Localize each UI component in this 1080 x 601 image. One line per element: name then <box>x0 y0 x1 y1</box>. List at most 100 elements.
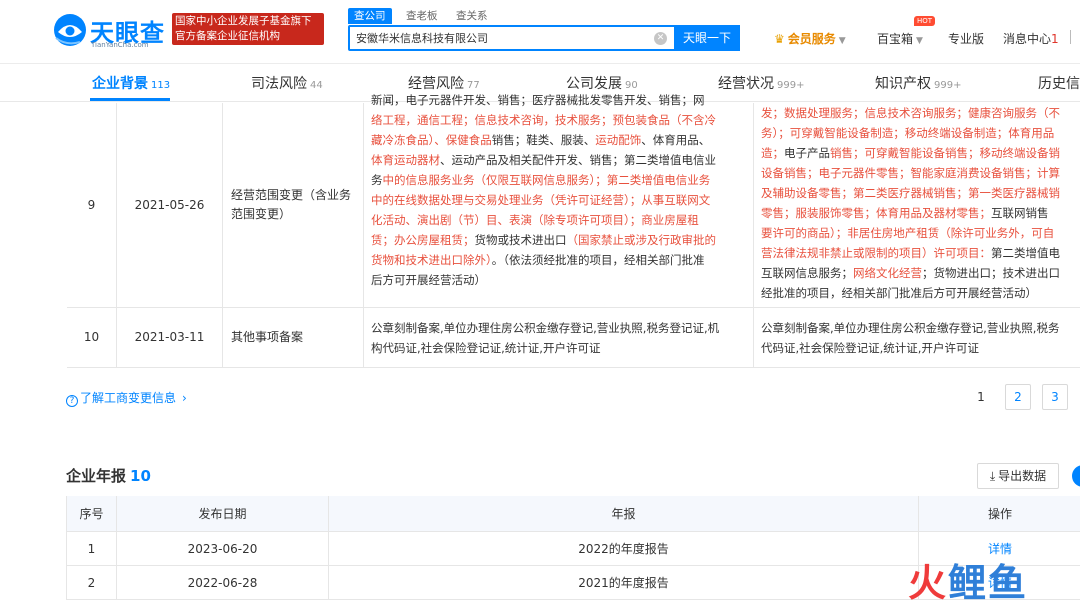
change-text: 后方可开展经营活动） <box>371 273 486 287</box>
highlighted-change-text: 要许可的商品）；非居住房地产租赁（除许可业务外，可自 <box>761 226 1055 240</box>
highlighted-change-text: 零售；服装服饰零售；体育用品及器材零售； <box>761 206 991 220</box>
vip-service-menu[interactable]: ♛ 会员服务 ▼ <box>774 30 846 47</box>
message-center-link[interactable]: 消息中心1 <box>1003 30 1059 47</box>
text-line: 经批准的项目，经相关部门批准后方可开展经营活动） <box>761 283 1080 303</box>
highlighted-change-text: 中的信息服务业务（仅限互联网信息服务）；第二类增值电信业务 <box>382 173 711 187</box>
row-number: 2 <box>67 566 117 599</box>
hot-badge: HOT <box>914 16 936 26</box>
text-line: 体育运动器材、运动产品及相关配件开发、销售；第二类增值电信业 <box>371 150 751 170</box>
message-count: 1 <box>1051 32 1059 46</box>
text-line: 后方可开展经营活动） <box>371 270 751 290</box>
highlighted-change-text: 藏冷冻食品）、保健食品 <box>371 133 492 147</box>
report-name: 2022的年度报告 <box>329 532 919 565</box>
text-line: 造；电子产品销售；可穿戴智能设备销售；移动终端设备销 <box>761 143 1080 163</box>
change-text: 公章刻制备案,单位办理住房公积金缴存登记,营业执照,税务登记证,机 <box>371 321 720 335</box>
text-line: 赁；办公房屋租赁；货物或技术进出口（国家禁止或涉及行政审批的 <box>371 230 751 250</box>
change-item: 经营范围变更（含业务范围变更） <box>223 103 364 307</box>
search-box: ✕ 天眼一下 <box>348 25 740 51</box>
change-item: 其他事项备案 <box>223 308 364 367</box>
highlighted-change-text: 运动配饰 <box>595 133 642 147</box>
logo-domain: TianYanCha.com <box>91 41 149 49</box>
text-line: 要许可的商品）；非居住房地产租赁（除许可业务外，可自 <box>761 223 1080 243</box>
header-report: 年报 <box>329 496 919 531</box>
search-button[interactable]: 天眼一下 <box>674 25 740 51</box>
text-line: 零售；服装服饰零售；体育用品及器材零售；互联网销售 <box>761 203 1080 223</box>
text-line: 中的在线数据处理与交易处理业务（凭许可证经营）；从事互联网文 <box>371 190 751 210</box>
table-row: 10 2021-03-11 其他事项备案 公章刻制备案,单位办理住房公积金缴存登… <box>67 308 1080 368</box>
float-help-icon[interactable] <box>1072 465 1080 487</box>
change-text: 公章刻制备案,单位办理住房公积金缴存登记,营业执照,税务 <box>761 321 1060 335</box>
highlighted-change-text: 及辅助设备零售；第二类医疗器械销售；第一类医疗器械销 <box>761 186 1060 200</box>
text-line: 设备销售；电子元器件零售；智能家庭消费设备销售；计算 <box>761 163 1080 183</box>
change-text: 代码证,社会保险登记证,统计证,开户许可证 <box>761 341 979 355</box>
content-after-change: 发；数据处理服务；信息技术咨询服务；健康咨询服务（不 务）；可穿戴智能设备制造；移… <box>754 103 1080 307</box>
row-number: 10 <box>67 308 117 367</box>
text-line: 务）；可穿戴智能设备制造；移动终端设备制造；体育用品 <box>761 123 1080 143</box>
change-text: 、运动产品及相关配件开发、销售；第二类增值电信业 <box>440 153 716 167</box>
tab-intellectual-property[interactable]: 知识产权 999+ <box>875 73 961 93</box>
text-line: 构代码证,社会保险登记证,统计证,开户许可证 <box>371 338 751 358</box>
text-line: 发；数据处理服务；信息技术咨询服务；健康咨询服务（不 <box>761 103 1080 123</box>
change-text: 销售；鞋类、服装、 <box>491 133 596 147</box>
top-header: 天眼查 TianYanCha.com 国家中小企业发展子基金旗下 官方备案企业征… <box>0 0 1080 64</box>
toolbox-menu[interactable]: 百宝箱 ▼ <box>877 30 923 47</box>
tab-judicial-risk[interactable]: 司法风险 44 <box>251 73 323 93</box>
change-text: 货物或技术进出口 <box>474 233 567 247</box>
watermark-logo: 火鲤鱼 <box>908 561 1029 601</box>
annual-report-count: 10 <box>130 467 151 485</box>
search-tab-relation[interactable]: 查关系 <box>456 8 488 24</box>
highlighted-change-text: 化活动、演出剧（节）目、表演（除专项许可项目）；商业房屋租 <box>371 213 699 227</box>
tab-history[interactable]: 历史信 <box>1038 73 1080 93</box>
change-text: 电子产品 <box>784 146 830 160</box>
caret-down-icon: ▼ <box>838 36 846 46</box>
change-text: 互联网销售 <box>991 206 1049 220</box>
export-data-button[interactable]: ⤓ 导出数据 <box>977 463 1059 489</box>
tianyancha-logo[interactable]: 天眼查 TianYanCha.com <box>52 12 164 52</box>
clear-icon[interactable]: ✕ <box>654 32 667 45</box>
change-text: 新闻，电子元器件开发、销售；医疗器械批发零售开发、销售；网 <box>371 93 705 107</box>
content-before-change: 公章刻制备案,单位办理住房公积金缴存登记,营业执照,税务登记证,机 构代码证,社会… <box>364 308 754 367</box>
content-after-change: 公章刻制备案,单位办理住房公积金缴存登记,营业执照,税务 代码证,社会保险登记证,… <box>754 308 1080 367</box>
text-line: 化活动、演出剧（节）目、表演（除专项许可项目）；商业房屋租 <box>371 210 751 230</box>
highlighted-change-text: 营法律法规非禁止或限制的项目）许可项目： <box>761 246 991 260</box>
crown-icon: ♛ <box>774 32 785 46</box>
search-tab-boss[interactable]: 查老板 <box>406 8 438 24</box>
search-tab-company[interactable]: 查公司 <box>348 8 392 24</box>
page-3[interactable]: 3 <box>1042 384 1068 410</box>
text-line: 务中的信息服务业务（仅限互联网信息服务）；第二类增值电信业务 <box>371 170 751 190</box>
chevron-right-icon: › <box>182 391 187 405</box>
download-icon: ⤓ <box>989 469 996 483</box>
change-text: 、体育用品、 <box>641 133 711 147</box>
text-line: 及辅助设备零售；第二类医疗器械销售；第一类医疗器械销 <box>761 183 1080 203</box>
text-line: 公章刻制备案,单位办理住房公积金缴存登记,营业执照,税务登记证,机 <box>371 318 751 338</box>
tab-enterprise-background[interactable]: 企业背景 113 <box>92 73 170 93</box>
header-no: 序号 <box>67 496 117 531</box>
table-header-row: 序号 发布日期 年报 操作 <box>66 496 1080 532</box>
content-before-change: 新闻，电子元器件开发、销售；医疗器械批发零售开发、销售；网 络工程，通信工程；信息… <box>364 93 754 307</box>
page-1[interactable]: 1 <box>968 384 994 410</box>
change-text: 。（依法须经批准的项目，经相关部门批准 <box>491 253 705 267</box>
table-row: 9 2021-05-26 经营范围变更（含业务范围变更） 新闻，电子元器件开发、… <box>67 93 1080 308</box>
highlighted-change-text: 络工程，通信工程；信息技术咨询，技术服务；预包装食品（不含冷 <box>371 113 716 127</box>
search-input[interactable] <box>356 29 646 47</box>
change-text: 构代码证,社会保险登记证,统计证,开户许可证 <box>371 341 601 355</box>
highlighted-change-text: 体育运动器材 <box>371 153 440 167</box>
change-date: 2021-03-11 <box>117 308 223 367</box>
highlighted-change-text: 赁；办公房屋租赁； <box>371 233 475 247</box>
report-name: 2021的年度报告 <box>329 566 919 599</box>
text-line: 新闻，电子元器件开发、销售；医疗器械批发零售开发、销售；网 <box>371 90 751 110</box>
text-line: 货物和技术进出口除外）。（依法须经批准的项目，经相关部门批准 <box>371 250 751 270</box>
logo-eye-icon <box>54 14 86 46</box>
question-icon: ? <box>66 395 78 407</box>
highlighted-change-text: 货物和技术进出口除外） <box>371 253 492 267</box>
page-2[interactable]: 2 <box>1005 384 1031 410</box>
text-line: 络工程，通信工程；信息技术咨询，技术服务；预包装食品（不含冷 <box>371 110 751 130</box>
business-change-info-link[interactable]: ? 了解工商变更信息 › <box>66 389 187 407</box>
text-line: 互联网信息服务；网络文化经营；货物进出口；技术进出口 <box>761 263 1080 283</box>
publish-date: 2022-06-28 <box>117 566 329 599</box>
publish-date: 2023-06-20 <box>117 532 329 565</box>
pro-version-link[interactable]: 专业版 <box>948 30 984 47</box>
change-text: 务 <box>371 173 383 187</box>
change-text: 经批准的项目，经相关部门批准后方可开展经营活动） <box>761 286 1037 300</box>
search-area: 查公司 查老板 查关系 ✕ 天眼一下 <box>348 8 740 52</box>
